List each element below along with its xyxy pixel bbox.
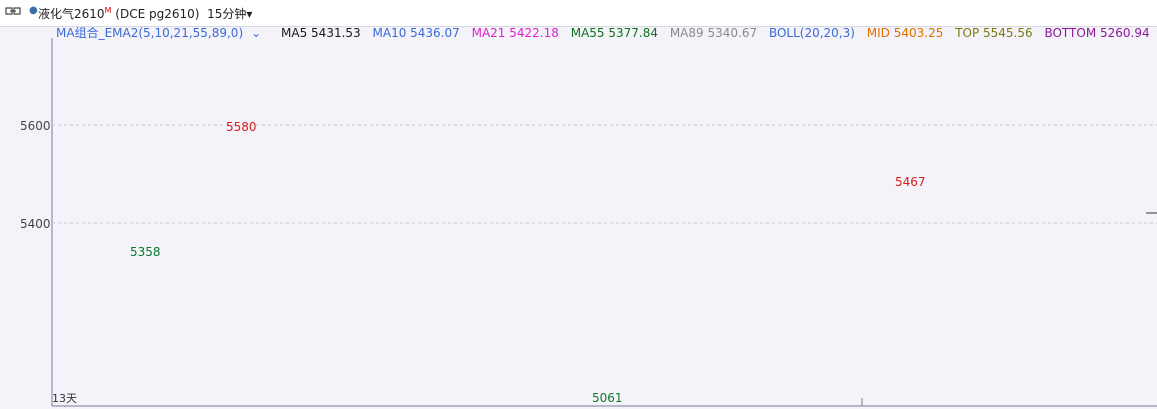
- y-tick-label-5600: 5600: [20, 119, 51, 133]
- link-icon[interactable]: [5, 6, 21, 16]
- status-dot-icon: ●: [29, 5, 38, 16]
- y-tick-label-5400: 5400: [20, 217, 51, 231]
- period-selector[interactable]: 15分钟: [207, 7, 246, 21]
- chevron-down-icon[interactable]: ▾: [246, 7, 252, 21]
- annotation-low-5061: 5061: [592, 391, 623, 405]
- instrument-code: (DCE pg2610): [115, 7, 200, 21]
- annotation-high-5580: 5580: [226, 120, 257, 134]
- top-bar: ● 液化气2610M (DCE pg2610) 15分钟▾: [0, 0, 1157, 27]
- price-chart[interactable]: [0, 26, 1157, 409]
- annotation-high-5467: 5467: [895, 175, 926, 189]
- timeline-label: 13天: [52, 392, 77, 405]
- instrument-sup: M: [104, 6, 112, 15]
- instrument-title[interactable]: 液化气2610M (DCE pg2610) 15分钟▾: [38, 5, 252, 22]
- annotation-low-5358: 5358: [130, 245, 161, 259]
- instrument-name: 液化气2610: [38, 7, 105, 21]
